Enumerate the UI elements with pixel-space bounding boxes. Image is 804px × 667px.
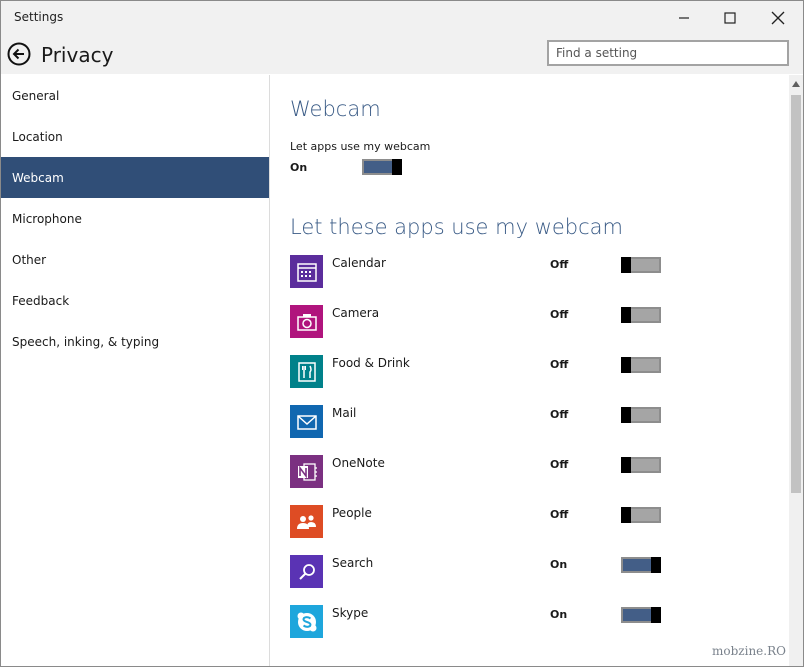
close-button[interactable] <box>755 1 801 34</box>
app-row-people: People Off <box>290 505 770 539</box>
main-content: Webcam Let apps use my webcam On Let the… <box>270 75 789 666</box>
master-webcam-toggle[interactable] <box>362 159 402 175</box>
mail-icon <box>290 405 323 438</box>
onenote-icon <box>290 455 323 488</box>
toggle-knob <box>651 557 661 573</box>
vertical-scrollbar[interactable] <box>789 75 803 666</box>
toggle-knob <box>621 257 631 273</box>
skype-icon <box>290 605 323 638</box>
apps-heading: Let these apps use my webcam <box>290 215 624 239</box>
master-toggle-label: Let apps use my webcam <box>290 140 431 153</box>
calendar-icon <box>290 255 323 288</box>
search-toggle[interactable] <box>621 557 661 573</box>
camera-toggle[interactable] <box>621 307 661 323</box>
app-row-skype: Skype On <box>290 605 770 639</box>
maximize-icon <box>724 11 736 24</box>
settings-window: Settings Privacy General Location Webcam… <box>0 0 804 667</box>
app-state: Off <box>550 308 569 321</box>
watermark: mobzine.RO <box>712 644 786 658</box>
page-title: Privacy <box>41 43 114 67</box>
search-icon <box>290 555 323 588</box>
window-title: Settings <box>14 10 64 24</box>
app-name: Search <box>332 556 374 570</box>
app-name: Calendar <box>332 256 386 270</box>
app-state: Off <box>550 508 569 521</box>
toggle-knob <box>392 159 402 175</box>
sidebar-item-general[interactable]: General <box>1 75 269 116</box>
sidebar: General Location Webcam Microphone Other… <box>1 75 270 666</box>
scroll-up-button[interactable] <box>789 75 803 93</box>
toggle-knob <box>621 307 631 323</box>
app-state: On <box>550 608 568 621</box>
close-icon <box>771 11 785 24</box>
app-name: Camera <box>332 306 380 320</box>
page-header: Privacy <box>1 34 803 74</box>
toggle-knob <box>621 357 631 373</box>
search-box <box>547 40 789 66</box>
toggle-knob <box>621 407 631 423</box>
back-button[interactable] <box>7 42 31 66</box>
app-name: Food & Drink <box>332 356 410 370</box>
app-name: OneNote <box>332 456 385 470</box>
scroll-thumb[interactable] <box>791 95 801 493</box>
sidebar-item-microphone[interactable]: Microphone <box>1 198 269 239</box>
app-state: On <box>550 558 568 571</box>
onenote-toggle[interactable] <box>621 457 661 473</box>
back-arrow-icon <box>7 42 31 66</box>
title-bar: Settings <box>1 1 803 34</box>
app-state: Off <box>550 408 569 421</box>
app-row-camera: Camera Off <box>290 305 770 339</box>
master-toggle-state: On <box>290 161 308 174</box>
mail-toggle[interactable] <box>621 407 661 423</box>
people-toggle[interactable] <box>621 507 661 523</box>
section-title: Webcam <box>290 97 381 121</box>
app-row-food-drink: Food & Drink Off <box>290 355 770 389</box>
toggle-knob <box>651 607 661 623</box>
app-state: Off <box>550 458 569 471</box>
app-row-calendar: Calendar Off <box>290 255 770 289</box>
search-input[interactable] <box>556 46 781 60</box>
app-state: Off <box>550 258 569 271</box>
minimize-icon <box>679 16 689 19</box>
app-row-mail: Mail Off <box>290 405 770 439</box>
people-icon <box>290 505 323 538</box>
app-name: Skype <box>332 606 369 620</box>
app-state: Off <box>550 358 569 371</box>
camera-icon <box>290 305 323 338</box>
food-drink-icon <box>290 355 323 388</box>
toggle-knob <box>621 507 631 523</box>
app-row-search: Search On <box>290 555 770 589</box>
maximize-button[interactable] <box>707 1 753 34</box>
app-row-onenote: OneNote Off <box>290 455 770 489</box>
food-drink-toggle[interactable] <box>621 357 661 373</box>
sidebar-item-other[interactable]: Other <box>1 239 269 280</box>
skype-toggle[interactable] <box>621 607 661 623</box>
toggle-knob <box>621 457 631 473</box>
sidebar-item-feedback[interactable]: Feedback <box>1 280 269 321</box>
sidebar-item-location[interactable]: Location <box>1 116 269 157</box>
app-name: People <box>332 506 372 520</box>
sidebar-item-webcam[interactable]: Webcam <box>1 157 269 198</box>
sidebar-item-speech-inking-typing[interactable]: Speech, inking, & typing <box>1 321 269 362</box>
minimize-button[interactable] <box>661 1 707 34</box>
chevron-up-icon <box>792 81 800 87</box>
calendar-toggle[interactable] <box>621 257 661 273</box>
app-name: Mail <box>332 406 357 420</box>
